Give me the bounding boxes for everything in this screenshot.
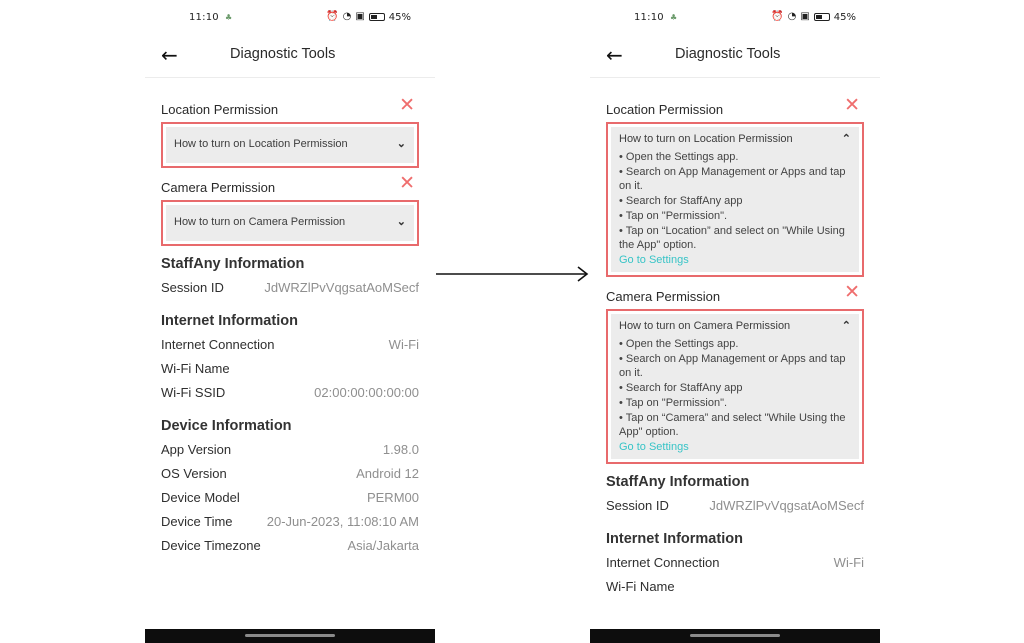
- location-accordion-expanded[interactable]: How to turn on Location Permission ⌃ • O…: [606, 122, 864, 277]
- step-item: • Search for StaffAny app: [619, 195, 743, 207]
- internet-info-title: Internet Information: [161, 313, 298, 329]
- device-info-title: Device Information: [161, 418, 292, 434]
- status-bar: 11:10 ♣ ⏰ ◔ ▣ 45%: [590, 8, 880, 28]
- internet-connection-row: Internet Connection Wi-Fi: [161, 337, 419, 352]
- home-indicator[interactable]: [245, 634, 335, 637]
- staffany-info-title: StaffAny Information: [161, 256, 305, 272]
- camera-accordion-title: How to turn on Camera Permission: [174, 216, 346, 228]
- os-version-row: OS Version Android 12: [161, 466, 419, 481]
- chevron-down-icon[interactable]: ⌄: [397, 215, 406, 228]
- step-item: • Search for StaffAny app: [619, 382, 743, 394]
- back-arrow-icon[interactable]: ←: [161, 43, 178, 67]
- session-id-value: JdWRZlPvVqgsatAoMSecf: [264, 280, 419, 295]
- step-item: • Tap on “Camera” and select "While Usin…: [619, 412, 846, 438]
- internet-connection-row: Internet Connection Wi-Fi: [606, 555, 864, 570]
- alarm-icon: ⏰: [326, 11, 339, 22]
- staffany-info-title: StaffAny Information: [606, 474, 750, 490]
- close-icon: ✕: [844, 282, 860, 303]
- camera-accordion-title: How to turn on Camera Permission: [619, 320, 791, 332]
- step-item: • Open the Settings app.: [619, 151, 739, 163]
- status-bar: 11:10 ♣ ⏰ ◔ ▣ 45%: [145, 8, 435, 28]
- page-title: Diagnostic Tools: [675, 46, 781, 62]
- battery-percent: 45%: [833, 11, 856, 23]
- notification-icon: ♣: [670, 13, 678, 22]
- chevron-up-icon[interactable]: ⌃: [842, 132, 851, 145]
- step-item: • Tap on "Permission".: [619, 397, 728, 409]
- phone-screen-collapsed: 11:10 ♣ ⏰ ◔ ▣ 45% ← Diagnostic Tools Loc…: [145, 0, 435, 643]
- status-time: 11:10: [634, 12, 664, 23]
- device-time-row: Device Time 20-Jun-2023, 11:08:10 AM: [161, 514, 419, 529]
- camera-permission-label: Camera Permission: [606, 289, 721, 304]
- home-indicator[interactable]: [690, 634, 780, 637]
- step-item: • Search on App Management or Apps and t…: [619, 166, 846, 192]
- app-header: ← Diagnostic Tools: [590, 40, 880, 78]
- wifi-name-row: Wi-Fi Name: [161, 361, 230, 376]
- step-item: • Tap on “Location” and select on "While…: [619, 225, 845, 251]
- status-time: 11:10: [189, 12, 219, 23]
- location-permission-label: Location Permission: [606, 102, 724, 117]
- app-version-row: App Version 1.98.0: [161, 442, 419, 457]
- location-permission-label: Location Permission: [161, 102, 279, 117]
- location-accordion[interactable]: How to turn on Location Permission ⌄: [161, 122, 419, 168]
- right-arrow-icon: [436, 266, 589, 282]
- chevron-down-icon[interactable]: ⌄: [397, 137, 406, 150]
- phone-screen-expanded: 11:10 ♣ ⏰ ◔ ▣ 45% ← Diagnostic Tools Loc…: [590, 0, 880, 643]
- app-header: ← Diagnostic Tools: [145, 40, 435, 78]
- session-id-value: JdWRZlPvVqgsatAoMSecf: [709, 498, 864, 513]
- camera-permission-label: Camera Permission: [161, 180, 276, 195]
- camera-accordion-expanded[interactable]: How to turn on Camera Permission ⌃ • Ope…: [606, 309, 864, 464]
- step-item: • Tap on "Permission".: [619, 210, 728, 222]
- close-icon: ✕: [844, 95, 860, 116]
- wifi-icon: ◔: [787, 11, 797, 22]
- camera-permission-row: Camera Permission ✕: [606, 283, 864, 307]
- internet-info-title: Internet Information: [606, 531, 743, 547]
- back-arrow-icon[interactable]: ←: [606, 43, 623, 67]
- system-nav-bar: [145, 629, 435, 643]
- go-to-settings-link[interactable]: Go to Settings: [619, 254, 851, 266]
- device-model-row: Device Model PERM00: [161, 490, 419, 505]
- session-id-row: Session ID JdWRZlPvVqgsatAoMSecf: [161, 280, 419, 295]
- location-accordion-title: How to turn on Location Permission: [174, 138, 348, 150]
- wifi-ssid-row: Wi-Fi SSID 02:00:00:00:00:00: [161, 385, 419, 400]
- diagnostic-content: Location Permission ✕ How to turn on Loc…: [606, 96, 864, 603]
- alarm-icon: ⏰: [771, 11, 784, 22]
- nfc-icon: ▣: [800, 11, 810, 22]
- step-item: • Open the Settings app.: [619, 338, 739, 350]
- step-item: • Search on App Management or Apps and t…: [619, 353, 846, 379]
- system-nav-bar: [590, 629, 880, 643]
- session-id-row: Session ID JdWRZlPvVqgsatAoMSecf: [606, 498, 864, 513]
- camera-accordion[interactable]: How to turn on Camera Permission ⌄: [161, 200, 419, 246]
- close-icon: ✕: [399, 95, 415, 116]
- chevron-up-icon[interactable]: ⌃: [842, 319, 851, 332]
- battery-icon: [368, 13, 385, 21]
- diagnostic-content: Location Permission ✕ How to turn on Loc…: [161, 96, 419, 562]
- location-permission-row: Location Permission ✕: [606, 96, 864, 120]
- wifi-name-row: Wi-Fi Name: [606, 579, 675, 594]
- location-accordion-title: How to turn on Location Permission: [619, 133, 793, 145]
- battery-percent: 45%: [388, 11, 411, 23]
- location-steps: • Open the Settings app. • Search on App…: [619, 150, 851, 252]
- page-title: Diagnostic Tools: [230, 46, 336, 62]
- wifi-icon: ◔: [342, 11, 352, 22]
- device-timezone-row: Device Timezone Asia/Jakarta: [161, 538, 419, 553]
- location-permission-row: Location Permission ✕: [161, 96, 419, 120]
- camera-permission-row: Camera Permission ✕: [161, 174, 419, 198]
- nfc-icon: ▣: [355, 11, 365, 22]
- battery-icon: [813, 13, 830, 21]
- go-to-settings-link[interactable]: Go to Settings: [619, 441, 851, 453]
- close-icon: ✕: [399, 173, 415, 194]
- notification-icon: ♣: [225, 13, 233, 22]
- camera-steps: • Open the Settings app. • Search on App…: [619, 337, 851, 439]
